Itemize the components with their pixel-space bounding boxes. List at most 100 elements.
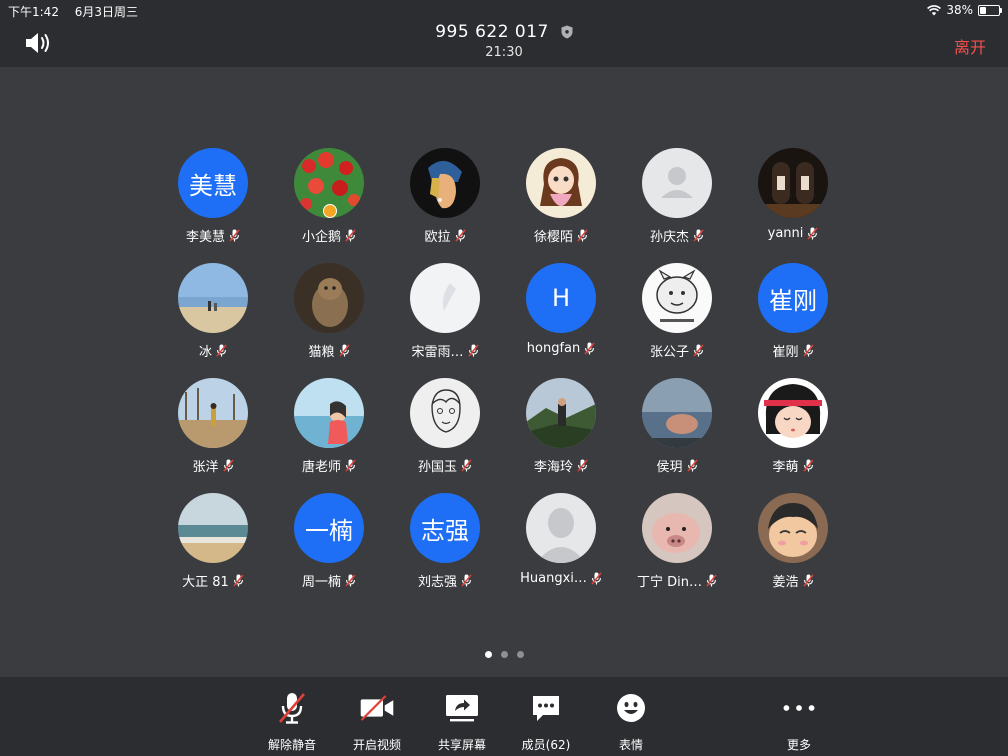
avatar [526,148,596,218]
participant-tile[interactable]: 小企鹅 [271,148,387,253]
avatar-photo [178,493,248,563]
more-label: 更多 [786,738,811,752]
share-screen-button[interactable]: 共享屏幕 [417,691,507,753]
participant-tile[interactable]: 徐樱陌 [503,148,619,253]
participant-name: 欧拉 [424,230,451,245]
avatar-photo [642,378,712,448]
status-date: 6月3日周三 [74,5,139,19]
mic-muted-icon [693,229,704,242]
mic-muted-icon [577,229,588,242]
participant-name: 唐老师 [301,460,341,475]
participant-name-row: 张公子 [650,341,704,360]
participant-tile[interactable]: 孙庆杰 [619,148,735,253]
avatar-photo [410,148,480,218]
participant-name: 侯玥 [656,460,683,475]
participant-tile[interactable]: 姜浩 [735,493,851,598]
start-video-button[interactable]: 开启视频 [332,691,422,753]
avatar [410,378,480,448]
avatar-photo [178,378,248,448]
participant-tile[interactable]: 一楠周一楠 [271,493,387,598]
participant-name-row: 欧拉 [424,226,466,245]
leave-button[interactable]: 离开 [954,34,986,58]
mic-muted-icon [222,459,234,472]
avatar [178,493,248,563]
avatar-photo [758,148,828,218]
participant-tile[interactable]: yanni [735,148,851,253]
participant-tile[interactable]: 孙国玉 [387,378,503,483]
participant-tile[interactable]: 宋雷雨… [387,263,503,368]
participant-tile[interactable]: 崔刚 崔刚 [735,263,851,368]
participant-tile[interactable]: Hhongfan [503,263,619,368]
avatar-photo [526,378,596,448]
meeting-toolbar: 解除静音 开启视频 共享屏幕 成员(62) 表情 更多 [0,677,1008,756]
default-avatar-icon [642,148,712,218]
avatar [758,148,828,218]
avatar-photo [178,263,248,333]
page-indicator [0,651,1008,658]
share-screen-label: 共享屏幕 [437,738,486,752]
members-label: 成员(62) [521,738,571,752]
participant-tile[interactable]: 欧拉 [387,148,503,253]
mic-muted-icon [802,344,814,357]
participant-name: 崔刚 [772,345,799,360]
participant-name-row: 猫粮 [308,341,350,360]
avatar [294,148,364,218]
default-avatar-icon [526,493,596,563]
unmute-button[interactable]: 解除静音 [247,691,337,753]
page-dot[interactable] [516,651,524,658]
participant-tile[interactable]: 美慧 李美慧 [155,148,271,253]
participant-name: 李海玲 [533,460,573,475]
mic-muted-icon [233,574,244,587]
participant-name-row: 大正 81 [182,571,244,590]
mic-muted-icon [591,572,602,585]
meeting-id-text: 995 622 017 [435,22,549,42]
participant-tile[interactable]: 李萌 [735,378,851,483]
page-dot[interactable] [500,651,508,658]
mic-muted-icon [345,229,356,242]
avatar-photo [526,148,596,218]
participant-name-row: 孙国玉 [418,456,472,475]
participant-name: 周一楠 [301,575,341,590]
participant-tile[interactable]: 张洋 [155,378,271,483]
participant-name: 小企鹅 [301,230,341,245]
more-button[interactable]: 更多 [754,691,844,753]
avatar: 美慧 [178,148,248,218]
participant-name-row: 李海玲 [534,456,588,475]
participant-name: 张洋 [192,460,219,475]
participant-name-row: 唐老师 [302,456,356,475]
avatar [758,493,828,563]
battery-icon [978,4,1002,16]
meeting-elapsed-time: 21:30 [485,45,523,60]
participant-name-row: Huangxi… [520,571,602,586]
participant-tile[interactable]: 李海玲 [503,378,619,483]
participant-tile[interactable]: Huangxi… [503,493,619,598]
page-dot[interactable] [484,651,492,658]
participant-name: 李萌 [772,460,799,475]
participant-tile[interactable]: 大正 81 [155,493,271,598]
host-badge-icon [323,204,337,218]
wifi-icon [927,4,942,15]
participant-name: 丁宁 Din… [637,575,702,590]
avatar-initials: 美慧 [189,171,237,200]
participant-name: yanni [767,226,804,241]
unmute-label: 解除静音 [267,738,316,752]
participant-name-row: 孙庆杰 [650,226,704,245]
participant-tile[interactable]: 侯玥 [619,378,735,483]
participant-tile[interactable]: 冰 [155,263,271,368]
participant-tile[interactable]: 张公子 [619,263,735,368]
avatar-initials: 一楠 [305,516,353,545]
participant-tile[interactable]: 志强 刘志强 [387,493,503,598]
avatar [178,378,248,448]
participant-tile[interactable]: 猫粮 [271,263,387,368]
members-button[interactable]: 成员(62) [501,691,591,753]
participant-tile[interactable]: 丁宁 Din… [619,493,735,598]
emoji-button[interactable]: 表情 [586,691,676,753]
shield-icon[interactable] [561,25,573,39]
start-video-label: 开启视频 [352,738,401,752]
mic-muted-icon [802,574,814,587]
mic-muted-icon [461,459,472,472]
participant-name: 大正 81 [182,575,229,590]
avatar [642,493,712,563]
participant-name: 冰 [198,345,212,360]
participant-tile[interactable]: 唐老师 [271,378,387,483]
